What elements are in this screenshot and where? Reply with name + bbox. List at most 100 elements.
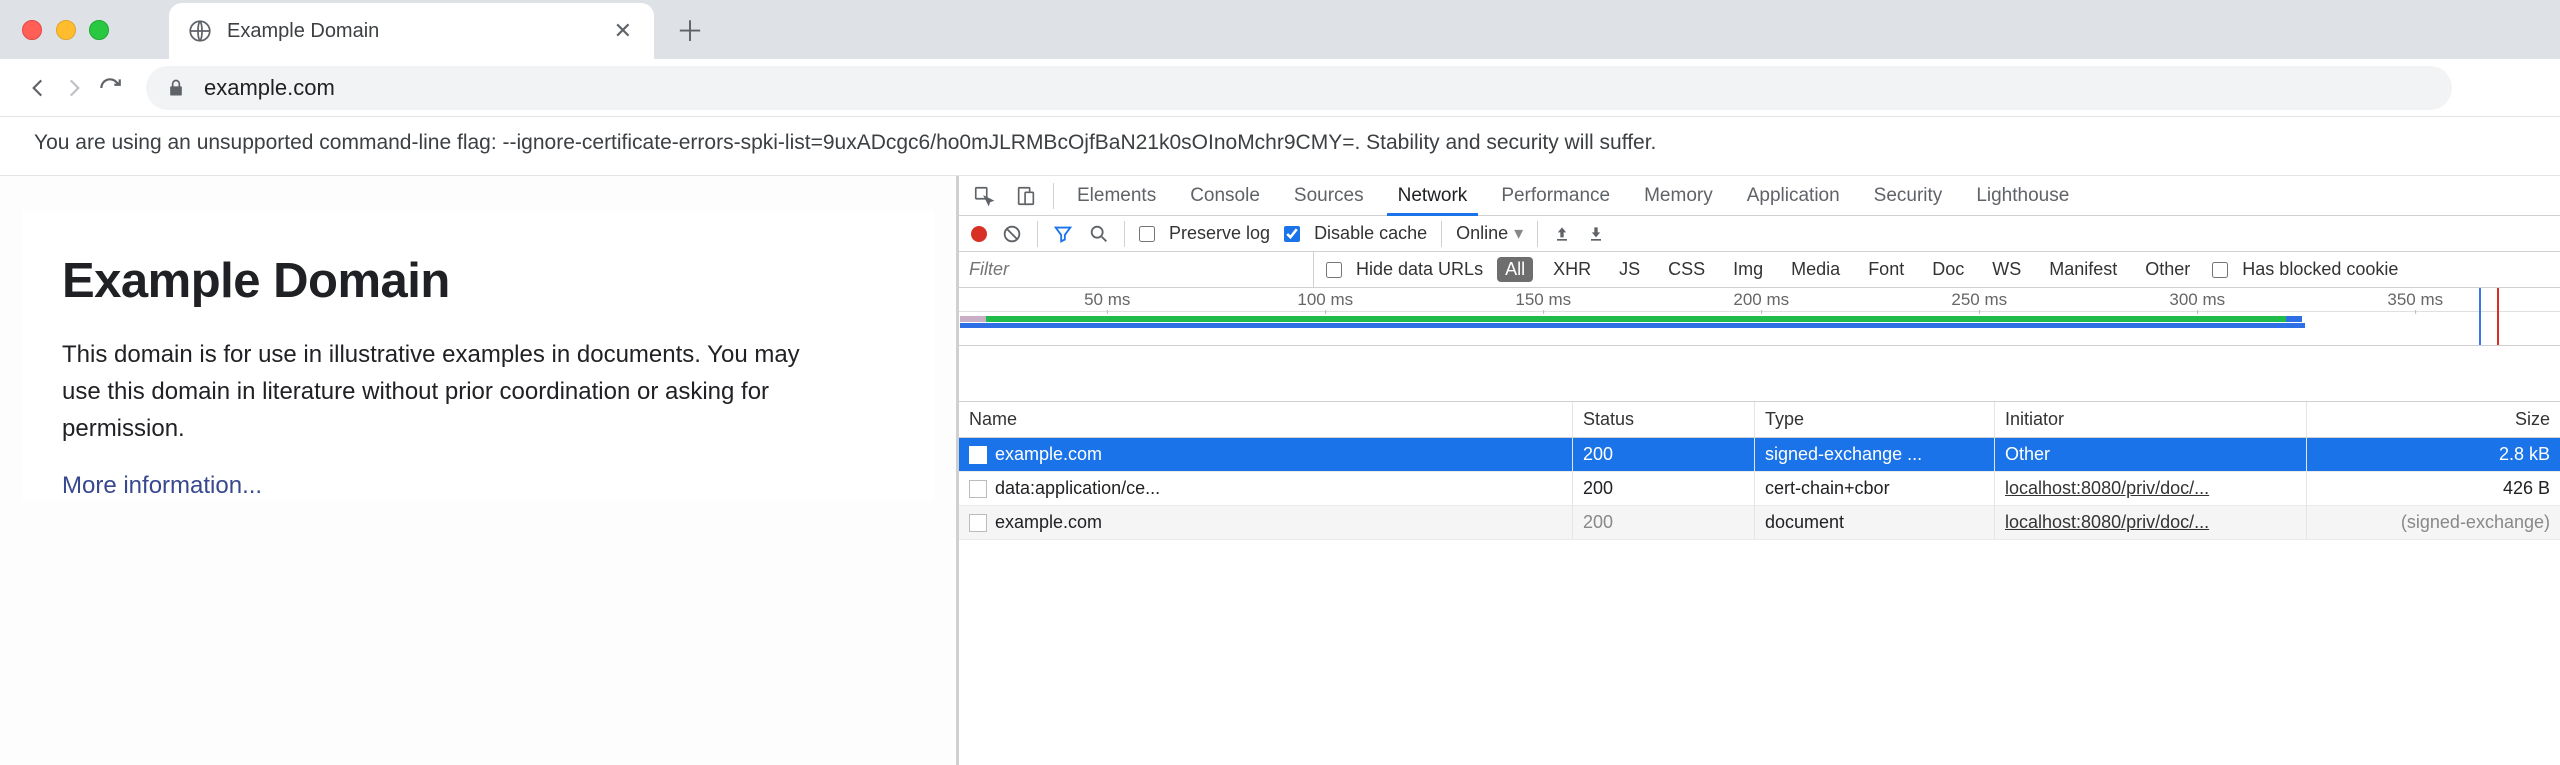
tab-close-button[interactable]: ✕ [610,14,636,48]
timeline-tick: 150 ms [1515,290,1571,310]
request-name: example.com [995,444,1102,465]
col-initiator[interactable]: Initiator [1995,402,2307,437]
blocked-cookies-label: Has blocked cookie [2242,259,2398,280]
request-status: 200 [1573,506,1755,539]
table-row[interactable]: data:application/ce... 200cert-chain+cbor… [959,472,2560,506]
table-header-row: Name Status Type Initiator Size [959,402,2560,438]
hide-data-urls-label: Hide data URLs [1356,259,1483,280]
col-status[interactable]: Status [1573,402,1755,437]
address-bar-row: example.com [0,59,2560,117]
page-content: Example Domain This domain is for use in… [0,176,956,765]
timeline-tick: 200 ms [1733,290,1789,310]
type-filter-doc[interactable]: Doc [1924,257,1972,282]
devtools-tab-network[interactable]: Network [1387,176,1479,216]
reload-button[interactable] [92,70,128,106]
device-toggle-icon[interactable] [1011,181,1041,211]
devtools-tab-lighthouse[interactable]: Lighthouse [1965,176,2080,216]
upload-har-icon[interactable] [1552,224,1572,244]
request-name: data:application/ce... [995,478,1160,499]
devtools-tab-performance[interactable]: Performance [1490,176,1621,216]
request-type: signed-exchange ... [1755,438,1995,471]
request-size: 426 B [2307,472,2560,505]
window-tab-strip: Example Domain ✕ ＋ [0,0,2560,59]
throttling-dropdown[interactable]: Online ▾ [1456,223,1523,244]
page-h1: Example Domain [62,253,894,309]
omnibox[interactable]: example.com [146,66,2452,110]
network-request-table: Name Status Type Initiator Size example.… [959,402,2560,765]
request-type: document [1755,506,1995,539]
inspect-element-icon[interactable] [969,181,999,211]
type-filter-css[interactable]: CSS [1660,257,1713,282]
window-close-button[interactable] [22,20,42,40]
type-filter-ws[interactable]: WS [1984,257,2029,282]
window-fullscreen-button[interactable] [89,20,109,40]
preserve-log-label: Preserve log [1169,223,1270,244]
search-icon[interactable] [1088,223,1110,245]
request-status: 200 [1573,438,1755,471]
network-timeline-overview[interactable] [959,346,2560,402]
filter-icon[interactable] [1052,223,1074,245]
devtools-tabs: Elements Console Sources Network Performance… [959,176,2560,216]
download-har-icon[interactable] [1586,224,1606,244]
devtools-tab-sources[interactable]: Sources [1283,176,1375,216]
timeline-tick: 100 ms [1297,290,1353,310]
type-filter-font[interactable]: Font [1860,257,1912,282]
type-filter-other[interactable]: Other [2137,257,2198,282]
hide-data-urls-checkbox[interactable] [1326,262,1342,278]
page-paragraph: This domain is for use in illustrative e… [62,337,842,448]
request-initiator[interactable]: localhost:8080/priv/doc/... [1995,506,2307,539]
tab-title: Example Domain [227,20,610,43]
viewport-split: Example Domain This domain is for use in… [0,175,2560,765]
network-timeline[interactable]: 50 ms100 ms150 ms200 ms250 ms300 ms350 m… [959,288,2560,346]
devtools-tab-security[interactable]: Security [1863,176,1954,216]
type-filter-manifest[interactable]: Manifest [2041,257,2125,282]
disable-cache-label: Disable cache [1314,223,1427,244]
browser-tab[interactable]: Example Domain ✕ [169,3,654,59]
mac-traffic-lights [22,20,109,40]
devtools-tab-memory[interactable]: Memory [1633,176,1724,216]
new-tab-button[interactable]: ＋ [672,10,708,50]
timeline-tick: 350 ms [2387,290,2443,310]
col-size[interactable]: Size [2307,402,2560,437]
request-size: 2.8 kB [2307,438,2560,471]
disable-cache-checkbox[interactable] [1284,226,1300,242]
timeline-tick: 250 ms [1951,290,2007,310]
document-icon [969,480,987,498]
type-filter-img[interactable]: Img [1725,257,1771,282]
more-information-link[interactable]: More information... [62,472,262,499]
table-row[interactable]: example.com200signed-exchange ...Other2.… [959,438,2560,472]
type-filter-xhr[interactable]: XHR [1545,257,1599,282]
warning-infobar: You are using an unsupported command-lin… [0,117,2560,175]
request-initiator[interactable]: localhost:8080/priv/doc/... [1995,472,2307,505]
request-status: 200 [1573,472,1755,505]
filter-input[interactable] [959,252,1313,287]
document-icon [969,446,987,464]
window-minimize-button[interactable] [56,20,76,40]
table-row[interactable]: example.com 200documentlocalhost:8080/pri… [959,506,2560,540]
request-name: example.com [995,512,1102,533]
col-type[interactable]: Type [1755,402,1995,437]
col-name[interactable]: Name [959,402,1573,437]
clear-icon[interactable] [1001,223,1023,245]
type-filter-all[interactable]: All [1497,257,1533,282]
document-icon [969,514,987,532]
type-filter-js[interactable]: JS [1611,257,1648,282]
devtools-tab-elements[interactable]: Elements [1066,176,1167,216]
lock-icon [166,78,186,98]
preserve-log-checkbox[interactable] [1139,226,1155,242]
record-button[interactable] [971,226,987,242]
network-filter-row: Hide data URLs All XHR JS CSS Img Media Font Do… [959,252,2560,288]
globe-icon [187,18,213,44]
back-button[interactable] [20,70,56,106]
network-toolbar: Preserve log Disable cache Online ▾ [959,216,2560,252]
url-text: example.com [204,75,335,101]
timeline-tick: 300 ms [2169,290,2225,310]
devtools-panel: Elements Console Sources Network Performance… [956,176,2560,765]
devtools-tab-application[interactable]: Application [1736,176,1851,216]
devtools-tab-console[interactable]: Console [1179,176,1271,216]
request-type: cert-chain+cbor [1755,472,1995,505]
forward-button[interactable] [56,70,92,106]
blocked-cookies-checkbox[interactable] [2212,262,2228,278]
type-filter-media[interactable]: Media [1783,257,1848,282]
request-size: (signed-exchange) [2307,506,2560,539]
